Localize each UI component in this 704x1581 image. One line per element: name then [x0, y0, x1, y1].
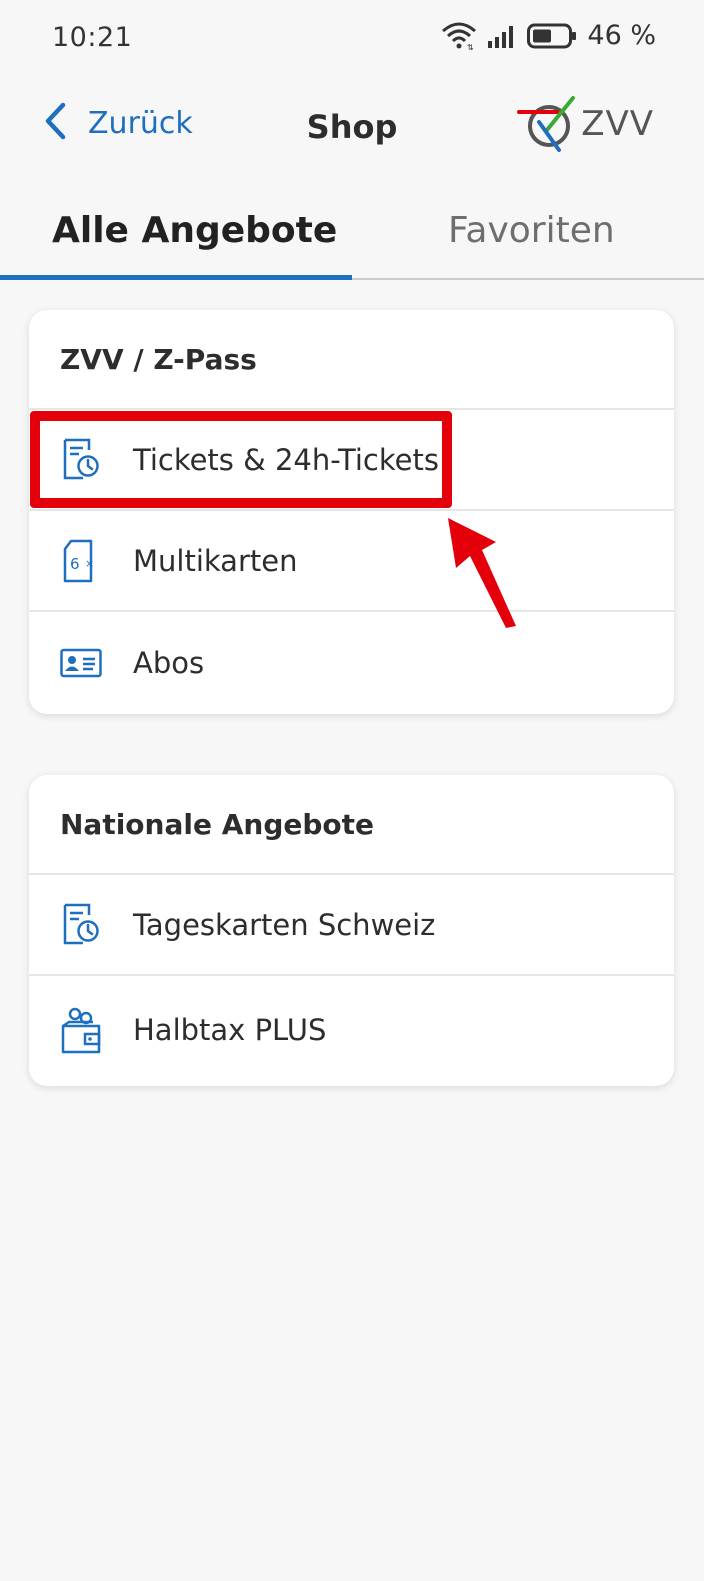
battery-percent: 46 %	[587, 20, 656, 51]
id-card-icon	[59, 641, 103, 685]
list-item-label: Tageskarten Schweiz	[133, 907, 436, 942]
section-title: ZVV / Z-Pass	[29, 310, 674, 410]
logo-text: ZVV	[581, 104, 654, 144]
app-header: Zurück Shop ZVV	[0, 80, 704, 180]
tab-favoriten[interactable]: Favoriten	[448, 210, 615, 280]
zvv-logo: ZVV	[517, 94, 654, 154]
section-card-zvv: ZVV / Z-Pass Tickets & 24h-Tickets 6 × M…	[29, 310, 674, 714]
list-item-tickets[interactable]: Tickets & 24h-Tickets	[29, 410, 674, 511]
status-icons: ⇅ 46 %	[441, 20, 656, 51]
list-item-tageskarten[interactable]: Tageskarten Schweiz	[29, 875, 674, 976]
section-title: Nationale Angebote	[29, 775, 674, 875]
ticket-clock-icon	[59, 903, 103, 947]
list-item-label: Tickets & 24h-Tickets	[133, 442, 439, 477]
tab-bar: Alle Angebote Favoriten	[0, 200, 704, 280]
list-item-abos[interactable]: Abos	[29, 612, 674, 713]
list-item-halbtax[interactable]: Halbtax PLUS	[29, 976, 674, 1084]
ticket-clock-icon	[59, 438, 103, 482]
svg-text:6: 6	[70, 555, 80, 573]
tab-alle-angebote[interactable]: Alle Angebote	[52, 210, 337, 280]
list-item-label: Abos	[133, 645, 205, 680]
wallet-coins-icon	[59, 1007, 103, 1054]
svg-text:⇅: ⇅	[467, 43, 474, 51]
section-card-nationale: Nationale Angebote Tageskarten Schweiz H…	[29, 775, 674, 1086]
status-bar: 10:21 ⇅ 46 %	[0, 0, 704, 76]
active-tab-indicator	[0, 275, 352, 280]
list-item-label: Halbtax PLUS	[133, 1013, 327, 1047]
list-item-multikarten[interactable]: 6 × Multikarten	[29, 511, 674, 612]
status-time: 10:21	[52, 22, 133, 53]
multicard-6x-icon: 6 ×	[59, 539, 103, 583]
list-item-label: Multikarten	[133, 543, 298, 578]
battery-icon	[527, 23, 577, 49]
svg-text:×: ×	[85, 557, 94, 570]
wifi-icon: ⇅	[441, 21, 477, 51]
signal-icon	[487, 23, 517, 49]
